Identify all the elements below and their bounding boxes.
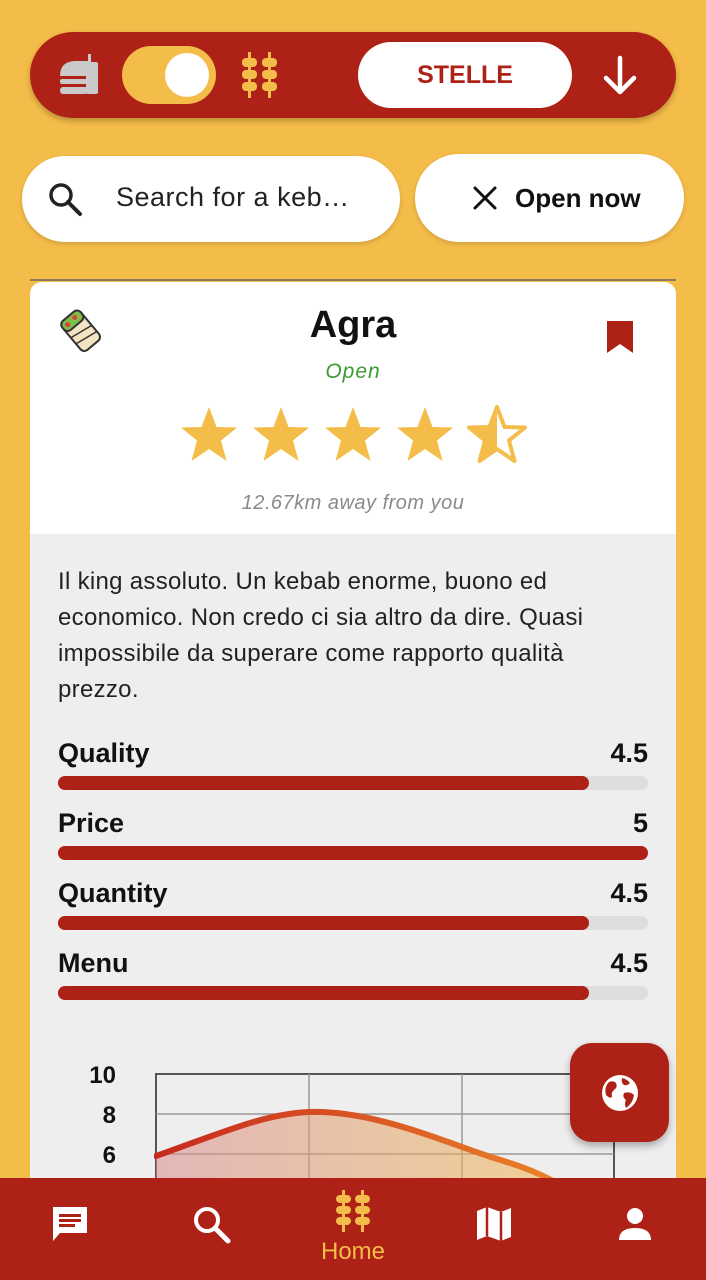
metric-fill: [58, 986, 589, 1000]
nav-item-chat[interactable]: [10, 1178, 130, 1280]
metric-name: Quality: [58, 738, 150, 768]
burger-icon: [60, 54, 98, 94]
close-icon[interactable]: [471, 184, 499, 212]
metric-value: 4.5: [610, 878, 648, 908]
metric-value: 4.5: [610, 948, 648, 978]
nav-home-label: Home: [320, 1238, 386, 1265]
open-status: Open: [325, 360, 381, 383]
metric-name: Price: [58, 808, 125, 838]
nav-item-map[interactable]: [434, 1178, 554, 1280]
metric-name: Quantity: [58, 878, 168, 908]
nav-item-home[interactable]: Home: [293, 1178, 413, 1280]
skewer-icon: [242, 52, 277, 98]
metric-fill: [58, 846, 648, 860]
toggle-knob: [165, 53, 209, 97]
search-field[interactable]: Search for a keb…: [22, 156, 400, 242]
sort-button[interactable]: STELLE: [358, 42, 572, 108]
metric-menu: Menu 4.5: [58, 948, 648, 1008]
metric-value: 4.5: [610, 738, 648, 768]
metric-quantity: Quantity 4.5: [58, 878, 648, 938]
nav-item-profile[interactable]: [575, 1178, 695, 1280]
top-bar: STELLE: [30, 32, 676, 118]
arrow-down-icon[interactable]: [598, 54, 642, 98]
search-placeholder: Search for a keb…: [116, 182, 350, 212]
mode-toggle[interactable]: [122, 46, 216, 104]
person-icon: [619, 1208, 651, 1240]
chat-icon: [53, 1207, 87, 1241]
metric-name: Menu: [58, 948, 129, 978]
skewer-icon: [336, 1190, 370, 1232]
bookmark-icon[interactable]: [606, 320, 634, 354]
open-now-filter-chip[interactable]: Open now: [415, 154, 684, 242]
map-icon: [477, 1207, 511, 1241]
metric-price: Price 5: [58, 808, 648, 868]
metric-track: [58, 776, 648, 790]
metric-value: 5: [632, 808, 648, 838]
y-tick-label: 8: [102, 1102, 116, 1129]
distance-text: 12.67km away from you: [241, 492, 465, 514]
search-icon: [49, 183, 82, 216]
card-header: Agra Open 12.67km away from you: [30, 282, 676, 534]
globe-button[interactable]: [570, 1043, 669, 1142]
review-description: Il king assoluto. Un kebab enorme, buono…: [58, 568, 584, 703]
globe-icon: [602, 1075, 638, 1111]
star-half-icon: [467, 405, 527, 463]
search-icon: [194, 1207, 231, 1244]
metric-track: [58, 986, 648, 1000]
star-full-icon: [397, 407, 453, 461]
bottom-navigation: Home: [0, 1178, 706, 1280]
star-full-icon: [253, 407, 309, 461]
star-full-icon: [181, 407, 237, 461]
star-full-icon: [325, 407, 381, 461]
y-tick-label: 6: [102, 1142, 116, 1169]
metric-fill: [58, 776, 589, 790]
open-now-label: Open now: [515, 183, 641, 213]
star-rating: [178, 404, 528, 466]
y-tick-label: 10: [89, 1062, 116, 1089]
restaurant-name: Agra: [309, 304, 397, 346]
metric-fill: [58, 916, 589, 930]
nav-item-search[interactable]: [151, 1178, 271, 1280]
metric-track: [58, 916, 648, 930]
metric-quality: Quality 4.5: [58, 738, 648, 798]
divider: [30, 279, 676, 281]
metric-track: [58, 846, 648, 860]
